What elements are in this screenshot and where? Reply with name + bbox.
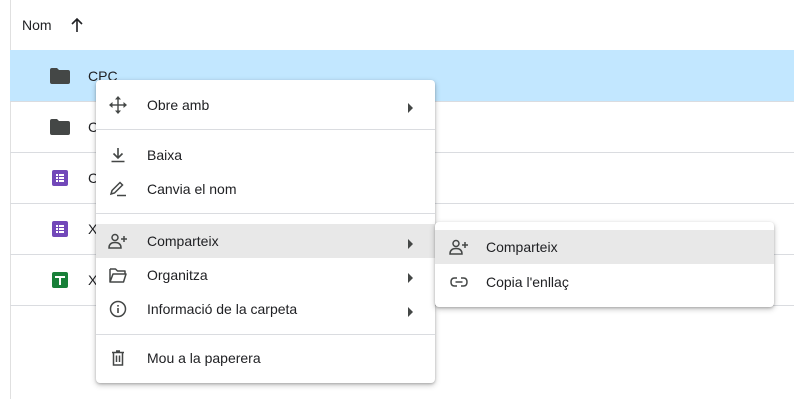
caret-right-icon xyxy=(407,270,415,283)
menu-item-organize[interactable]: Organitza xyxy=(96,258,435,292)
caret-right-icon xyxy=(407,304,415,317)
forms-icon xyxy=(50,168,70,188)
share-submenu: Comparteix Copia l'enllaç xyxy=(435,222,774,307)
trash-icon xyxy=(108,348,128,368)
caret-right-icon xyxy=(407,236,415,249)
menu-item-share[interactable]: Comparteix xyxy=(96,224,435,258)
menu-item-open-with[interactable]: Obre amb xyxy=(96,88,435,122)
menu-item-trash[interactable]: Mou a la paperera xyxy=(96,341,435,375)
list-header: Nom xyxy=(10,0,794,50)
person-add-icon xyxy=(449,237,469,257)
menu-item-folder-info[interactable]: Informació de la carpeta xyxy=(96,292,435,326)
move-arrows-icon xyxy=(108,95,128,115)
arrow-up-icon[interactable] xyxy=(70,17,84,33)
context-menu: Obre amb Baixa Canvia el nom Comparteix … xyxy=(96,80,435,383)
menu-separator xyxy=(96,129,435,130)
forms-icon xyxy=(50,219,70,239)
menu-separator xyxy=(96,334,435,335)
submenu-item-copy-link[interactable]: Copia l'enllaç xyxy=(435,265,774,299)
menu-separator xyxy=(96,213,435,214)
menu-item-download[interactable]: Baixa xyxy=(96,138,435,172)
pencil-icon xyxy=(108,179,128,199)
folder-open-icon xyxy=(108,265,128,285)
person-add-icon xyxy=(108,231,128,251)
name-column-header[interactable]: Nom xyxy=(22,17,52,33)
download-icon xyxy=(108,145,128,165)
sheets-icon xyxy=(50,270,70,290)
folder-icon xyxy=(50,66,70,86)
folder-icon xyxy=(50,117,70,137)
info-icon xyxy=(108,299,128,319)
submenu-item-share[interactable]: Comparteix xyxy=(435,230,774,264)
menu-item-rename[interactable]: Canvia el nom xyxy=(96,172,435,206)
link-icon xyxy=(449,272,469,292)
caret-right-icon xyxy=(407,100,415,113)
